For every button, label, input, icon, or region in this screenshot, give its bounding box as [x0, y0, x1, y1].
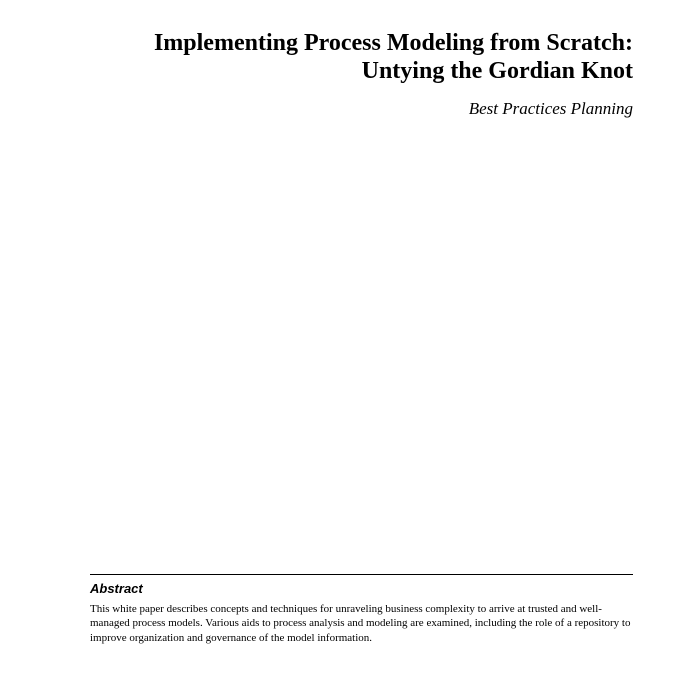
- abstract-body: This white paper describes concepts and …: [90, 602, 633, 645]
- abstract-divider: [90, 574, 633, 575]
- title-line-2: Untying the Gordian Knot: [90, 58, 633, 86]
- subtitle: Best Practices Planning: [90, 99, 633, 119]
- title-line-1: Implementing Process Modeling from Scrat…: [90, 30, 633, 58]
- abstract-section: Abstract This white paper describes conc…: [90, 574, 633, 645]
- abstract-heading: Abstract: [90, 581, 633, 596]
- title-block: Implementing Process Modeling from Scrat…: [90, 30, 633, 85]
